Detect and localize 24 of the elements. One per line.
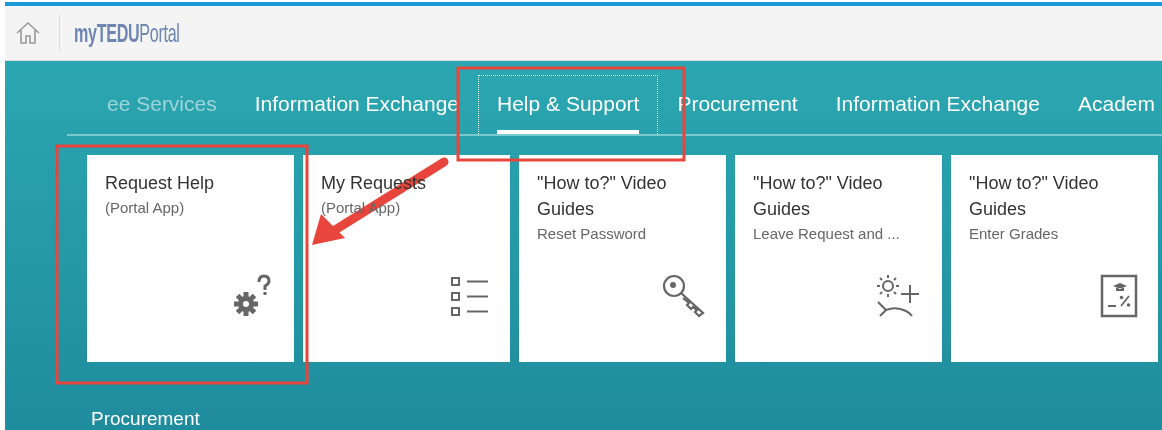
key-icon	[662, 274, 706, 318]
tile-subtitle: Reset Password	[537, 225, 648, 242]
sun-lounger-icon	[876, 274, 922, 318]
tile-title: "How to?" Video Guides	[969, 172, 1100, 221]
portal-logo[interactable]: myTEDUPortal	[74, 17, 180, 49]
nav-tab[interactable]: Academ	[1058, 75, 1162, 134]
tile-subtitle: Leave Request and ...	[753, 225, 901, 242]
tile-title: Request Help	[105, 172, 216, 195]
tile-title: "How to?" Video Guides	[753, 172, 884, 221]
app-tile[interactable]: "How to?" Video Guides Enter Grades	[951, 155, 1158, 362]
app-tile[interactable]: "How to?" Video Guides Leave Request and ...	[735, 155, 942, 362]
app-tile[interactable]: "How to?" Video Guides Reset Password	[519, 155, 726, 362]
checklist-icon	[450, 276, 490, 318]
nav-tab[interactable]: Information Exchange	[816, 75, 1059, 134]
nav-tab[interactable]: Information Exchange	[235, 75, 478, 134]
grade-sheet-icon	[1100, 274, 1138, 318]
section-heading: Procurement	[91, 408, 201, 430]
app-tile[interactable]: Request Help (Portal App)	[87, 155, 294, 362]
home-icon[interactable]	[15, 21, 41, 45]
tile-subtitle: (Portal App)	[105, 199, 186, 216]
nav-tab[interactable]: ee Services	[88, 75, 236, 134]
nav-tab[interactable]: Help & Support	[478, 75, 659, 134]
tile-title: "How to?" Video Guides	[537, 172, 668, 221]
tile-subtitle: Enter Grades	[969, 225, 1060, 242]
